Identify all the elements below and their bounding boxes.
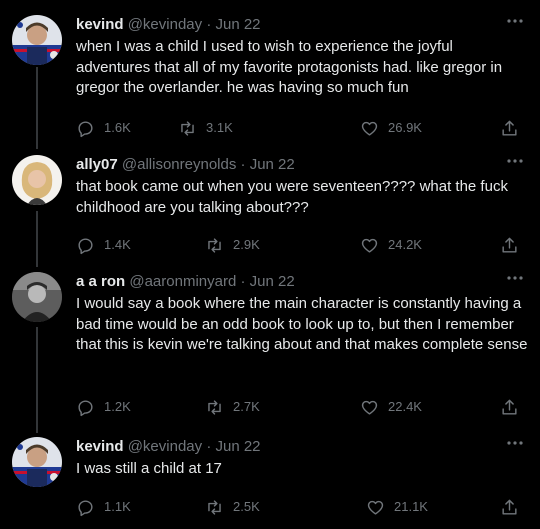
profile-photo-icon [12,15,62,65]
avatar-kevind[interactable] [12,15,62,65]
reply-count: 1.6K [104,120,131,135]
user-handle[interactable]: @allisonreynolds [122,156,236,173]
separator-dot: · [240,273,246,290]
retweet-icon [208,399,221,415]
separator-dot: · [240,156,246,173]
more-options-icon[interactable] [504,433,526,453]
share-icon [502,399,517,415]
reply-button[interactable]: 1.4K [76,235,131,255]
share-icon [502,237,517,253]
tweet-text: I was still a child at 17 [76,460,222,477]
reply-icon [78,499,93,516]
tweet-date[interactable]: Jun 22 [215,438,260,455]
tweet[interactable]: kevind @kevinday · Jun 22 I was still a … [0,437,540,527]
tweet-header: kevind @kevinday · Jun 22 [76,15,261,35]
like-count: 26.9K [388,120,422,135]
reply-count: 1.1K [104,499,131,514]
tweet-header: a a ron @aaronminyard · Jun 22 [76,272,295,292]
tweet-header: ally07 @allisonreynolds · Jun 22 [76,155,295,175]
retweet-count: 3.1K [206,120,233,135]
like-count: 24.2K [388,237,422,252]
profile-photo-icon [12,155,62,205]
user-handle[interactable]: @kevinday [128,438,202,455]
retweet-icon [208,237,221,253]
more-options-icon[interactable] [504,11,526,31]
thread: kevind @kevinday · Jun 22 when I was a c… [0,0,540,529]
heart-icon [361,238,378,253]
heart-icon [361,121,378,136]
tweet-actions: 1.6K 3.1K 26.9K [76,118,526,138]
heart-icon [361,400,378,415]
tweet-text: I would say a book where the main charac… [76,295,528,353]
display-name[interactable]: kevind [76,16,124,33]
share-icon [502,120,517,136]
reply-count: 1.4K [104,237,131,252]
like-button[interactable]: 22.4K [360,397,422,417]
retweet-icon [181,120,194,136]
tweet-date[interactable]: Jun 22 [215,16,260,33]
reply-button[interactable]: 1.1K [76,497,131,517]
profile-photo-icon [12,437,62,487]
display-name[interactable]: kevind [76,438,124,455]
tweet-date[interactable]: Jun 22 [250,273,295,290]
profile-photo-icon [12,272,62,322]
retweet-button[interactable]: 2.7K [205,397,260,417]
retweet-button[interactable]: 3.1K [178,118,233,138]
more-options-icon[interactable] [504,268,526,288]
retweet-count: 2.9K [233,237,260,252]
reply-icon [78,399,93,416]
tweet-actions: 1.1K 2.5K 21.1K [76,497,526,517]
reply-icon [78,237,93,254]
like-button[interactable]: 24.2K [360,235,422,255]
share-button[interactable] [500,118,528,138]
retweet-icon [208,499,221,515]
tweet-actions: 1.2K 2.7K 22.4K [76,397,526,417]
retweet-count: 2.5K [233,499,260,514]
reply-count: 1.2K [104,399,131,414]
tweet-actions: 1.4K 2.9K 24.2K [76,235,526,255]
tweet[interactable]: kevind @kevinday · Jun 22 when I was a c… [0,15,540,145]
separator-dot: · [206,438,212,455]
share-icon [502,499,517,515]
avatar-ally07[interactable] [12,155,62,205]
tweet[interactable]: a a ron @aaronminyard · Jun 22 I would s… [0,272,540,422]
heart-icon [367,500,384,515]
reply-icon [78,120,93,137]
tweet-text: that book came out when you were sevente… [76,178,508,216]
reply-button[interactable]: 1.2K [76,397,131,417]
avatar-kevind[interactable] [12,437,62,487]
reply-button[interactable]: 1.6K [76,118,131,138]
like-button[interactable]: 26.9K [360,118,422,138]
like-count: 21.1K [394,499,428,514]
retweet-count: 2.7K [233,399,260,414]
retweet-button[interactable]: 2.9K [205,235,260,255]
retweet-button[interactable]: 2.5K [205,497,260,517]
more-options-icon[interactable] [504,151,526,171]
tweet-header: kevind @kevinday · Jun 22 [76,437,261,457]
user-handle[interactable]: @kevinday [128,16,202,33]
tweet[interactable]: ally07 @allisonreynolds · Jun 22 that bo… [0,155,540,265]
avatar-aaron[interactable] [12,272,62,322]
separator-dot: · [206,16,212,33]
like-count: 22.4K [388,399,422,414]
tweet-date[interactable]: Jun 22 [250,156,295,173]
user-handle[interactable]: @aaronminyard [129,273,236,290]
display-name[interactable]: ally07 [76,156,118,173]
share-button[interactable] [500,397,528,417]
like-button[interactable]: 21.1K [366,497,428,517]
display-name[interactable]: a a ron [76,273,125,290]
tweet-text: when I was a child I used to wish to exp… [76,38,503,96]
share-button[interactable] [500,235,528,255]
share-button[interactable] [500,497,528,517]
